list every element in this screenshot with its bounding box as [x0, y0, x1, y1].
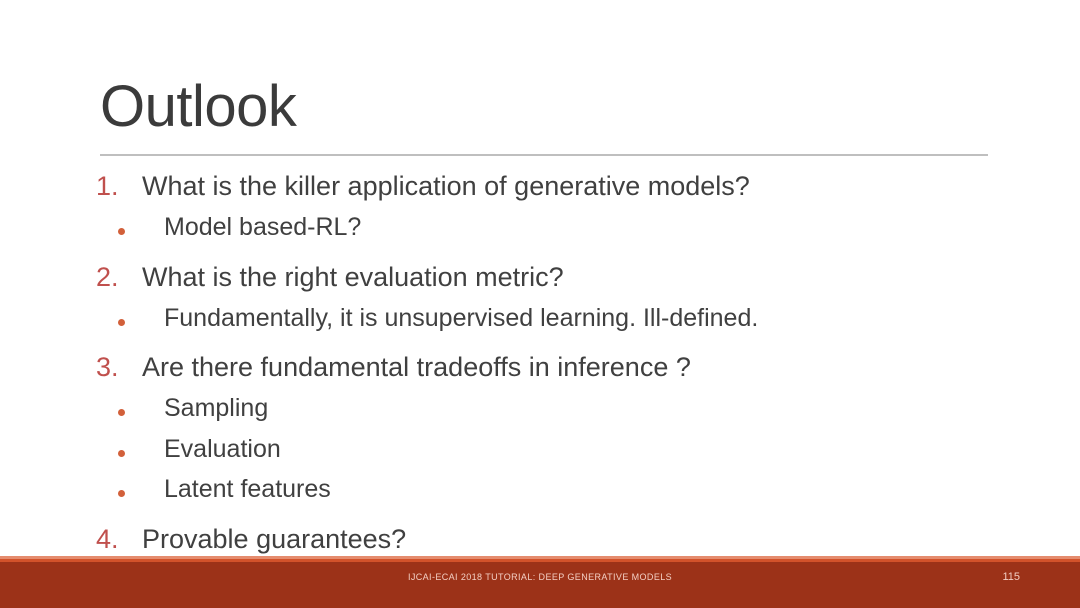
bullet-dot-icon — [118, 214, 164, 250]
sub-list-item: Latent features — [96, 471, 996, 512]
sub-list-item: Model based-RL? — [96, 209, 996, 250]
bullet-dot-icon — [118, 304, 164, 340]
sub-list-item-text: Fundamentally, it is unsupervised learni… — [164, 303, 759, 332]
outline-list: 1. What is the killer application of gen… — [96, 165, 996, 562]
sub-list-item-text: Model based-RL? — [164, 213, 362, 241]
list-item: 4. Provable guarantees? — [96, 518, 996, 562]
sub-list-item: Sampling — [96, 390, 996, 431]
list-item-text: What is the killer application of genera… — [142, 171, 750, 201]
bullet-dot-icon — [118, 476, 164, 512]
footer-title-text: IJCAI-ECAI 2018 TUTORIAL: DEEP GENERATIV… — [407, 572, 673, 582]
list-item-number: 3. — [96, 352, 119, 382]
sub-list-item: Evaluation — [96, 431, 996, 472]
list-item: 3. Are there fundamental tradeoffs in in… — [96, 346, 996, 390]
bullet-dot-icon — [118, 395, 164, 431]
list-item-number: 1. — [96, 171, 119, 201]
list-item-text: Are there fundamental tradeoffs in infer… — [142, 352, 691, 382]
sub-list-item-text: Latent features — [164, 475, 331, 503]
slide-canvas: Outlook 1. What is the killer applicatio… — [0, 0, 1080, 608]
slide-footer: IJCAI-ECAI 2018 TUTORIAL: DEEP GENERATIV… — [0, 556, 1080, 608]
list-item-text: Provable guarantees? — [142, 523, 407, 554]
slide-number: 115 — [1002, 571, 1020, 583]
title-divider — [100, 154, 988, 156]
page-title: Outlook — [100, 74, 297, 139]
bullet-dot-icon — [118, 435, 164, 471]
list-item: 1. What is the killer application of gen… — [96, 165, 996, 209]
list-item: 2. What is the right evaluation metric? — [96, 256, 996, 300]
list-item-text: What is the right evaluation metric? — [142, 261, 564, 292]
list-item-number: 2. — [96, 261, 119, 292]
list-item-number: 4. — [96, 523, 119, 554]
sub-list-item-text: Evaluation — [164, 434, 281, 463]
sub-list-item-text: Sampling — [164, 394, 269, 422]
sub-list-item: Fundamentally, it is unsupervised learni… — [96, 300, 996, 341]
